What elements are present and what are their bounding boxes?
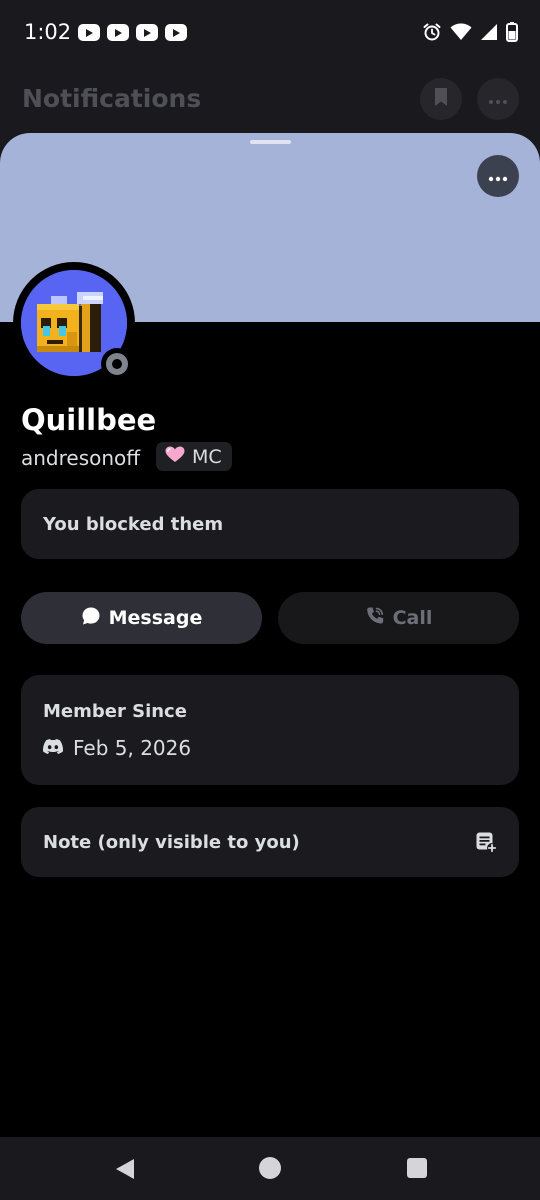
bookmark-icon xyxy=(433,87,449,111)
drag-handle[interactable] xyxy=(250,140,291,144)
call-button-label: Call xyxy=(392,607,433,629)
screen: 1:02 Notifications Quillbee andresonoff … xyxy=(0,0,540,1200)
blocked-notice: You blocked them xyxy=(21,489,519,559)
more-icon xyxy=(488,167,508,186)
server-tag-label: MC xyxy=(192,445,222,468)
profile-sheet: Quillbee andresonoff MC You blocked them… xyxy=(0,133,540,1137)
avatar-frame[interactable] xyxy=(13,262,135,384)
youtube-icon xyxy=(136,24,158,41)
member-since-date: Feb 5, 2026 xyxy=(73,736,192,760)
status-bar: 1:02 xyxy=(0,0,540,68)
member-since-row: Feb 5, 2026 xyxy=(43,736,519,760)
call-button[interactable]: Call xyxy=(278,592,519,644)
youtube-icon xyxy=(107,24,129,41)
chat-bubble-icon xyxy=(81,606,101,631)
youtube-icon xyxy=(165,24,187,41)
navigation-bar xyxy=(0,1137,540,1200)
member-since-card: Member Since Feb 5, 2026 xyxy=(21,675,519,785)
member-since-title: Member Since xyxy=(43,701,187,722)
battery-icon xyxy=(506,22,518,42)
notifications-more-button[interactable] xyxy=(477,78,519,120)
message-button-label: Message xyxy=(108,607,203,629)
display-name: Quillbee xyxy=(21,403,157,437)
system-icons xyxy=(422,22,518,42)
signal-icon xyxy=(480,23,498,41)
bookmark-button[interactable] xyxy=(420,78,462,120)
status-time: 1:02 xyxy=(24,20,72,44)
profile-more-button[interactable] xyxy=(477,155,519,197)
blocked-notice-text: You blocked them xyxy=(43,513,224,535)
username: andresonoff xyxy=(21,446,141,470)
youtube-icon xyxy=(78,24,100,41)
more-icon xyxy=(488,90,508,109)
add-note-icon[interactable] xyxy=(475,831,497,857)
wifi-icon xyxy=(450,23,472,41)
alarm-icon xyxy=(422,22,442,42)
home-icon[interactable] xyxy=(259,1157,281,1179)
back-icon[interactable] xyxy=(114,1158,136,1184)
phone-icon xyxy=(365,606,385,631)
notifications-title: Notifications xyxy=(22,84,202,113)
notifications-header: Notifications xyxy=(0,68,540,134)
message-button[interactable]: Message xyxy=(21,592,262,644)
discord-icon xyxy=(43,738,64,758)
presence-indicator xyxy=(101,348,133,380)
offline-status-icon xyxy=(106,353,128,375)
notification-icons xyxy=(78,24,187,41)
pink-heart-icon xyxy=(165,446,185,467)
note-label: Note (only visible to you) xyxy=(43,831,300,853)
server-tag-badge[interactable]: MC xyxy=(156,442,232,471)
recents-icon[interactable] xyxy=(407,1158,427,1178)
note-field[interactable]: Note (only visible to you) xyxy=(21,807,519,877)
